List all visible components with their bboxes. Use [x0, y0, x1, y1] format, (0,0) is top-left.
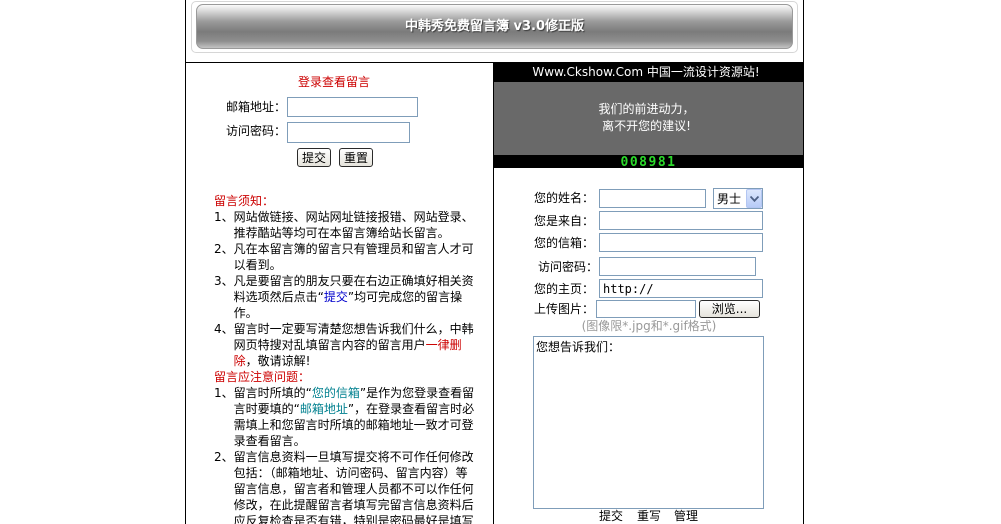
login-email-input[interactable]: [287, 97, 418, 117]
highlight-submit-text: 提交: [323, 290, 348, 304]
password-label: 访问密码：: [537, 260, 598, 274]
upload-hint: (图像限*.jpg和*.gif格式): [581, 319, 717, 333]
item-number: 4、: [214, 322, 234, 336]
gender-select[interactable]: 男士: [713, 188, 763, 209]
homepage-label: 您的主页：: [533, 282, 594, 296]
site-bar: Www.Ckshow.Com 中国一流设计资源站!: [494, 63, 803, 82]
attention-item: 2、 留言信息资料一旦填写提交将不可作任何修改包括：（邮箱地址、访问密码、留言内…: [214, 449, 476, 524]
item-text-part: ，敬请谅解!: [245, 354, 311, 368]
counter-digits: 008981: [620, 155, 677, 170]
item-text: 留言时所填的“您的信箱”是作为您登录查看留言时要填的“邮箱地址”，在登录查看留言…: [234, 385, 476, 449]
attention-heading: 留言应注意问题：: [214, 370, 311, 384]
from-input[interactable]: [599, 211, 763, 230]
highlight-address-text: 邮箱地址: [299, 402, 348, 416]
item-number: 2、: [214, 242, 234, 256]
login-password-label: 访问密码：: [226, 124, 287, 138]
banner-title: 中韩秀免费留言簿 v3.0修正版: [404, 19, 585, 34]
notice-item: 3、 凡是要留言的朋友只要在右边正确填好相关资料选项然后点击“提交”均可完成您的…: [214, 273, 476, 321]
upload-label: 上传图片：: [533, 302, 594, 316]
item-number: 2、: [214, 450, 234, 464]
email-label: 您的信箱：: [533, 236, 594, 250]
item-text-part: 凡在本留言簿的留言只有管理员和留言人才可以看到。: [233, 242, 474, 272]
name-label: 您的姓名：: [533, 191, 594, 205]
from-label: 您是来自：: [533, 214, 594, 228]
item-text: 网站做链接、网站网址链接报错、网站登录、推荐酷站等均可在本留言簿给站长留言。: [234, 209, 476, 241]
item-number: 1、: [214, 386, 234, 400]
password-input[interactable]: [599, 257, 756, 276]
email-input[interactable]: [599, 233, 763, 252]
gender-select-wrap[interactable]: 男士: [713, 188, 763, 209]
banner: 中韩秀免费留言簿 v3.0修正版: [196, 4, 793, 49]
item-number: 1、: [214, 210, 234, 224]
notes-panel: 留言须知： 1、 网站做链接、网站网址链接报错、网站登录、推荐酷站等均可在本留言…: [214, 193, 476, 524]
name-input[interactable]: [599, 189, 706, 208]
attention-item: 1、 留言时所填的“您的信箱”是作为您登录查看留言时要填的“邮箱地址”，在登录查…: [214, 385, 476, 449]
item-number: 3、: [214, 274, 234, 288]
item-text-part: 留言时所填的“: [233, 386, 312, 400]
item-text: 留言时一定要写清楚您想告诉我们什么，中韩网页特搜对乱填留言内容的留言用户一律删除…: [234, 321, 476, 369]
browse-button[interactable]: 浏览...: [699, 300, 760, 318]
message-textarea[interactable]: 您想告诉我们：: [533, 336, 764, 509]
notice-item: 1、 网站做链接、网站网址链接报错、网站登录、推荐酷站等均可在本留言簿给站长留言…: [214, 209, 476, 241]
login-submit-button[interactable]: 提交: [297, 148, 331, 167]
login-heading: 登录查看留言: [297, 75, 370, 89]
slogan-panel: 我们的前进动力， 离不开您的建议!: [494, 82, 803, 155]
notice-heading: 留言须知：: [214, 194, 275, 208]
login-password-input[interactable]: [287, 122, 410, 143]
submit-link[interactable]: 提交: [599, 509, 623, 524]
item-text: 凡是要留言的朋友只要在右边正确填好相关资料选项然后点击“提交”均可完成您的留言操…: [234, 273, 476, 321]
slogan-line-2: 离不开您的建议!: [602, 119, 691, 133]
item-text: 凡在本留言簿的留言只有管理员和留言人才可以看到。: [234, 241, 476, 273]
notice-item: 4、 留言时一定要写清楚您想告诉我们什么，中韩网页特搜对乱填留言内容的留言用户一…: [214, 321, 476, 369]
highlight-email-text: 您的信箱: [311, 386, 360, 400]
admin-link[interactable]: 管理: [674, 509, 698, 524]
login-email-label: 邮箱地址：: [226, 100, 287, 114]
rewrite-link[interactable]: 重写: [637, 509, 661, 524]
homepage-input[interactable]: [599, 279, 763, 298]
login-reset-button[interactable]: 重置: [339, 148, 373, 167]
notice-item: 2、 凡在本留言簿的留言只有管理员和留言人才可以看到。: [214, 241, 476, 273]
item-text: 留言信息资料一旦填写提交将不可作任何修改包括：（邮箱地址、访问密码、留言内容）等…: [234, 449, 476, 524]
item-text-part: 留言信息资料一旦填写提交将不可作任何修改包括：（邮箱地址、访问密码、留言内容）等…: [233, 450, 474, 524]
visit-counter: 008981: [494, 155, 803, 170]
slogan-line-1: 我们的前进动力，: [598, 102, 695, 116]
item-text-part: 网站做链接、网站网址链接报错、网站登录、推荐酷站等均可在本留言簿给站长留言。: [233, 210, 474, 240]
upload-path-input[interactable]: [596, 300, 696, 318]
